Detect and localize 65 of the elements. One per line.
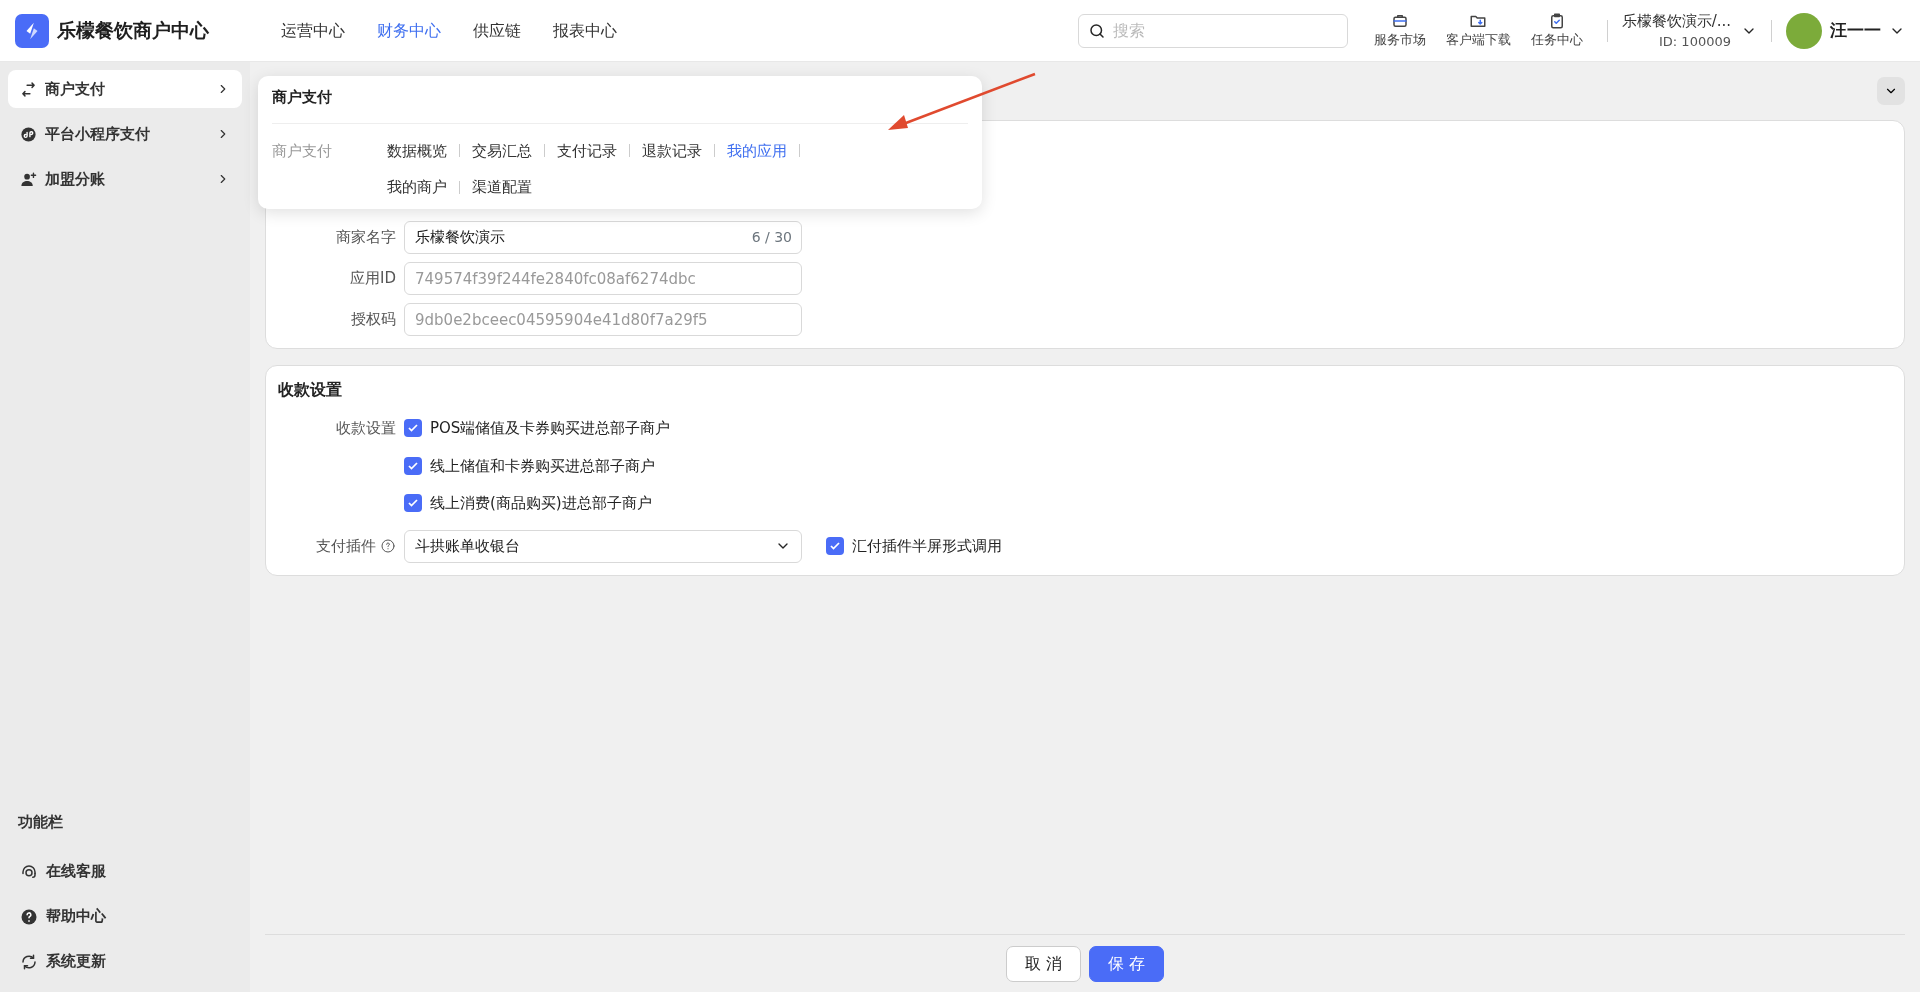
sidebar-item[interactable]: 在线客服 [8,849,242,894]
sidebar-label: 平台小程序支付 [45,123,151,145]
user-add-icon [20,170,37,188]
logo-icon [15,13,49,48]
toolbar-button[interactable]: 任务中心 [1520,11,1593,50]
menu-link[interactable]: 我的商户 [387,176,447,199]
checkbox-label: POS端储值及卡券购买进总部子商户 [430,418,671,439]
card-title: 收款设置 [278,379,343,401]
nav-tab[interactable]: 报表中心 [553,18,617,43]
check-icon [407,459,419,472]
save-button[interactable]: 保 存 [1089,945,1165,982]
sidebar-label: 在线客服 [46,861,106,883]
checkbox[interactable] [826,537,844,555]
checkbox[interactable] [404,419,422,438]
field-label: 商家名字 [335,227,396,249]
sidebar-item[interactable]: 系统更新 [8,939,242,984]
sidebar-label: 帮助中心 [46,906,106,928]
sidebar-label: 系统更新 [46,951,106,973]
toolbar-button[interactable]: 客户端下载 [1435,11,1521,50]
nav-tab[interactable]: 供应链 [473,18,521,43]
menu-link[interactable]: 渠道配置 [472,176,532,199]
char-counter: 6 / 30 [751,228,792,247]
checkbox[interactable] [404,456,422,475]
account-name[interactable]: 乐檬餐饮演示/... [1621,9,1731,32]
field-label: 授权码 [350,309,396,331]
cancel-button[interactable]: 取 消 [1005,945,1081,982]
checkbox[interactable] [404,494,422,513]
headset-icon [20,862,38,881]
check-icon [829,540,841,552]
app-title: 乐檬餐饮商户中心 [57,18,209,44]
nav-tab[interactable]: 运营中心 [281,18,345,43]
menu-link[interactable]: 退款记录 [642,139,702,162]
search-icon [1087,21,1106,40]
menu-link[interactable]: 支付记录 [557,139,617,162]
sidebar-label: 商户支付 [45,78,106,100]
field-label: 应用ID [349,268,396,290]
sidebar-item[interactable]: 帮助中心 [8,894,242,939]
refresh-icon [20,952,38,971]
menu-link[interactable]: 我的应用 [727,139,787,162]
search-field[interactable]: 搜索 [1077,13,1348,48]
avatar-icon [1786,12,1822,49]
checkbox-label: 汇付插件半屏形式调用 [852,535,1002,557]
check-icon [407,422,419,435]
exchange-icon [20,80,37,98]
help-icon [20,907,38,926]
field-label: 支付插件 [316,535,376,557]
check-icon [407,497,419,510]
sidebar-label: 加盟分账 [45,168,106,190]
section-title: 功能栏 [17,811,64,833]
toolbar-button[interactable]: 服务市场 [1363,11,1436,50]
sidebar-item[interactable]: 加盟分账 [8,160,242,198]
help-icon [380,538,396,554]
menu-title: 商户支付 [272,86,968,124]
menu-link[interactable]: 数据概览 [387,139,447,162]
user-name[interactable]: 汪一一 [1830,17,1881,44]
menu-group-label: 商户支付 [272,140,333,162]
nav-tab[interactable]: 财务中心 [377,18,441,43]
menu-link[interactable]: 交易汇总 [472,139,532,162]
select-field[interactable]: 斗拱账单收银台 [404,529,802,563]
field-label: 收款设置 [335,418,396,439]
sidebar-item[interactable]: 平台小程序支付 [8,115,242,153]
checkbox-label: 线上储值和卡券购买进总部子商户 [430,455,655,477]
sidebar-item[interactable]: 商户支付 [8,70,242,108]
checkbox-label: 线上消费(商品购买)进总部子商户 [430,493,652,514]
account-id: ID: 100009 [1659,33,1731,51]
